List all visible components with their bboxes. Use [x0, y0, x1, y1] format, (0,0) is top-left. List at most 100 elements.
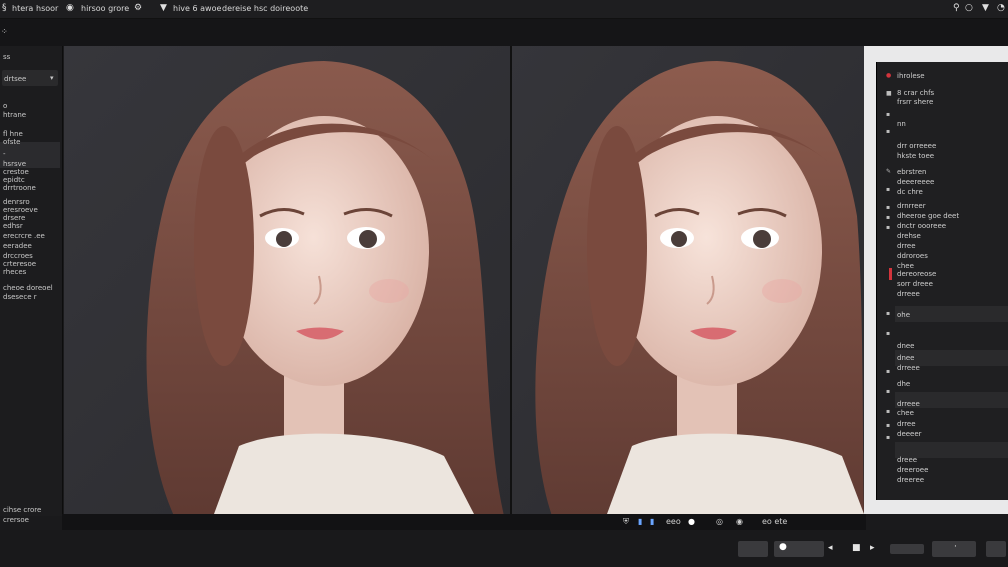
layer-blue-icon[interactable]: ▮: [638, 517, 642, 526]
image-canvas[interactable]: [64, 46, 864, 514]
right-panel-item[interactable]: ddroroes: [897, 252, 928, 260]
right-panel-item[interactable]: dreeroee: [897, 466, 928, 474]
portrait-image-left[interactable]: [64, 46, 510, 514]
left-panel-item[interactable]: drrtroone: [3, 184, 36, 192]
menu-bar: § htera hsoor ◉ hirsoo grore ⚙ ▼ hive 6 …: [0, 0, 1008, 19]
left-panel-item[interactable]: -: [3, 150, 6, 158]
left-panel-item[interactable]: edhsr: [3, 222, 23, 230]
left-panel-dropdown[interactable]: drtsee ▾: [2, 70, 58, 86]
right-panel-item[interactable]: ohe: [897, 311, 910, 319]
dropdown-arrow-icon[interactable]: ▼: [160, 3, 167, 13]
layer-icon: ▪: [886, 186, 891, 193]
save-icon[interactable]: ■: [852, 543, 861, 553]
left-panel-item[interactable]: drccroes: [3, 252, 33, 260]
right-panel-item[interactable]: dnctr oooreee: [897, 222, 946, 230]
right-panel-item[interactable]: drreee: [897, 364, 920, 372]
right-panel-item[interactable]: dheeroe goe deet: [897, 212, 959, 220]
right-panel-item[interactable]: drree: [897, 420, 916, 428]
right-panel-item[interactable]: drr orreeee: [897, 142, 936, 150]
portrait-image-right[interactable]: [512, 46, 864, 514]
left-panel-item[interactable]: fl hne: [3, 130, 23, 138]
left-panel-footer: crersoe: [3, 516, 29, 524]
menu-item-1[interactable]: htera: [12, 4, 33, 13]
right-panel-slider-row[interactable]: [895, 306, 1008, 322]
right-panel-item[interactable]: drreee: [897, 400, 920, 408]
right-panel-item[interactable]: ebrstren: [897, 168, 927, 176]
pin-icon[interactable]: ⚲: [953, 3, 960, 13]
left-panel-item[interactable]: erecrcre .ee: [3, 232, 45, 240]
right-panel-item[interactable]: chee: [897, 409, 914, 417]
right-panel-item[interactable]: dreeree: [897, 476, 924, 484]
layer-icon: ▪: [886, 128, 891, 135]
gear-icon[interactable]: ⚙: [134, 3, 142, 13]
menu-more-icon[interactable]: ◔: [997, 3, 1005, 13]
left-panel-footer: cihse crore: [3, 506, 42, 514]
right-panel-item[interactable]: drree: [897, 242, 916, 250]
circle-icon[interactable]: ○: [965, 3, 973, 13]
right-panel-item[interactable]: drnrreer: [897, 202, 926, 210]
right-panel-item[interactable]: dnee: [897, 354, 915, 362]
left-panel-item[interactable]: htrane: [3, 111, 26, 119]
left-panel-item[interactable]: hsrsve: [3, 160, 26, 168]
right-panel-item[interactable]: hkste toee: [897, 152, 934, 160]
left-panel-item[interactable]: rheces: [3, 268, 26, 276]
layer-icon: ▪: [886, 111, 891, 118]
progress-button[interactable]: [890, 544, 924, 554]
right-panel-item[interactable]: 8 crar chfs: [897, 89, 934, 97]
right-panel-item[interactable]: dhe: [897, 380, 910, 388]
right-panel-item[interactable]: dreee: [897, 456, 917, 464]
canvas-status-strip: ⛨ ▮ ▮ eeo ● ◎ ◉ eo ete: [62, 514, 866, 530]
left-panel-item[interactable]: ss: [3, 53, 10, 61]
right-panel-item[interactable]: dnee: [897, 342, 915, 350]
app-logo-icon[interactable]: §: [2, 3, 7, 13]
right-panel-item[interactable]: dc chre: [897, 188, 923, 196]
right-panel-item[interactable]: chee: [897, 262, 914, 270]
right-panel-item[interactable]: dereoreose: [897, 270, 936, 278]
canvas-split-divider[interactable]: [510, 46, 512, 514]
chevron-down-icon: ▾: [50, 74, 54, 82]
tool-button[interactable]: [738, 541, 768, 557]
shield-icon[interactable]: ⛨: [623, 517, 629, 527]
left-panel-item[interactable]: drsere: [3, 214, 25, 222]
layer-icon: ▪: [886, 422, 891, 429]
color-swatch-icon[interactable]: ●: [688, 517, 695, 526]
layer-icon: ▪: [886, 224, 891, 231]
right-panel-item[interactable]: drehse: [897, 232, 921, 240]
left-panel-item[interactable]: crestoe: [3, 168, 29, 176]
dot-icon: ·: [954, 542, 957, 552]
left-panel-item[interactable]: dsesece r: [3, 293, 37, 301]
right-panel-item[interactable]: frsrr shere: [897, 98, 933, 106]
right-panel-item[interactable]: drreee: [897, 290, 920, 298]
menu-item-2[interactable]: hsoor: [36, 4, 58, 13]
left-panel-item[interactable]: epidtc: [3, 176, 25, 184]
right-panel-item[interactable]: deeereeee: [897, 178, 934, 186]
tool-button[interactable]: [986, 541, 1006, 557]
record-icon: ●: [779, 542, 787, 552]
eye-icon[interactable]: ◎: [716, 517, 723, 526]
menu-item-4[interactable]: hive 6 awoe: [173, 4, 221, 13]
menu-item-3[interactable]: hirsoo grore: [81, 4, 129, 13]
play-icon[interactable]: ▸: [870, 543, 875, 553]
left-panel-item[interactable]: o: [3, 102, 7, 110]
left-panel-item[interactable]: ofste: [3, 138, 20, 146]
prev-icon[interactable]: ◂: [828, 543, 833, 553]
menu-item-5[interactable]: dereise hsc doireoote: [222, 4, 308, 13]
tool-options-icon[interactable]: ⁘: [1, 27, 8, 36]
layer-blue-icon[interactable]: ▮: [650, 517, 654, 526]
right-panel-item[interactable]: nn: [897, 120, 906, 128]
right-panel-item[interactable]: deeeer: [897, 430, 922, 438]
left-panel-item[interactable]: eeradee: [3, 242, 32, 250]
left-panel-item[interactable]: denrsro: [3, 198, 30, 206]
settings-icon[interactable]: ◉: [66, 3, 74, 13]
tool-button[interactable]: ·: [932, 541, 976, 557]
left-panel-item[interactable]: eresroeve: [3, 206, 38, 214]
brush-icon: ✎: [886, 168, 892, 175]
right-panel-item[interactable]: sorr dreee: [897, 280, 933, 288]
status-icon[interactable]: ◉: [736, 517, 743, 526]
left-panel-item[interactable]: cheoe doreoel: [3, 284, 53, 292]
layer-icon: ▪: [886, 204, 891, 211]
filter-icon[interactable]: ▼: [982, 3, 989, 13]
left-panel-item[interactable]: crteresoe: [3, 260, 36, 268]
tool-button[interactable]: ●: [774, 541, 824, 557]
document-icon: ■: [886, 90, 892, 97]
